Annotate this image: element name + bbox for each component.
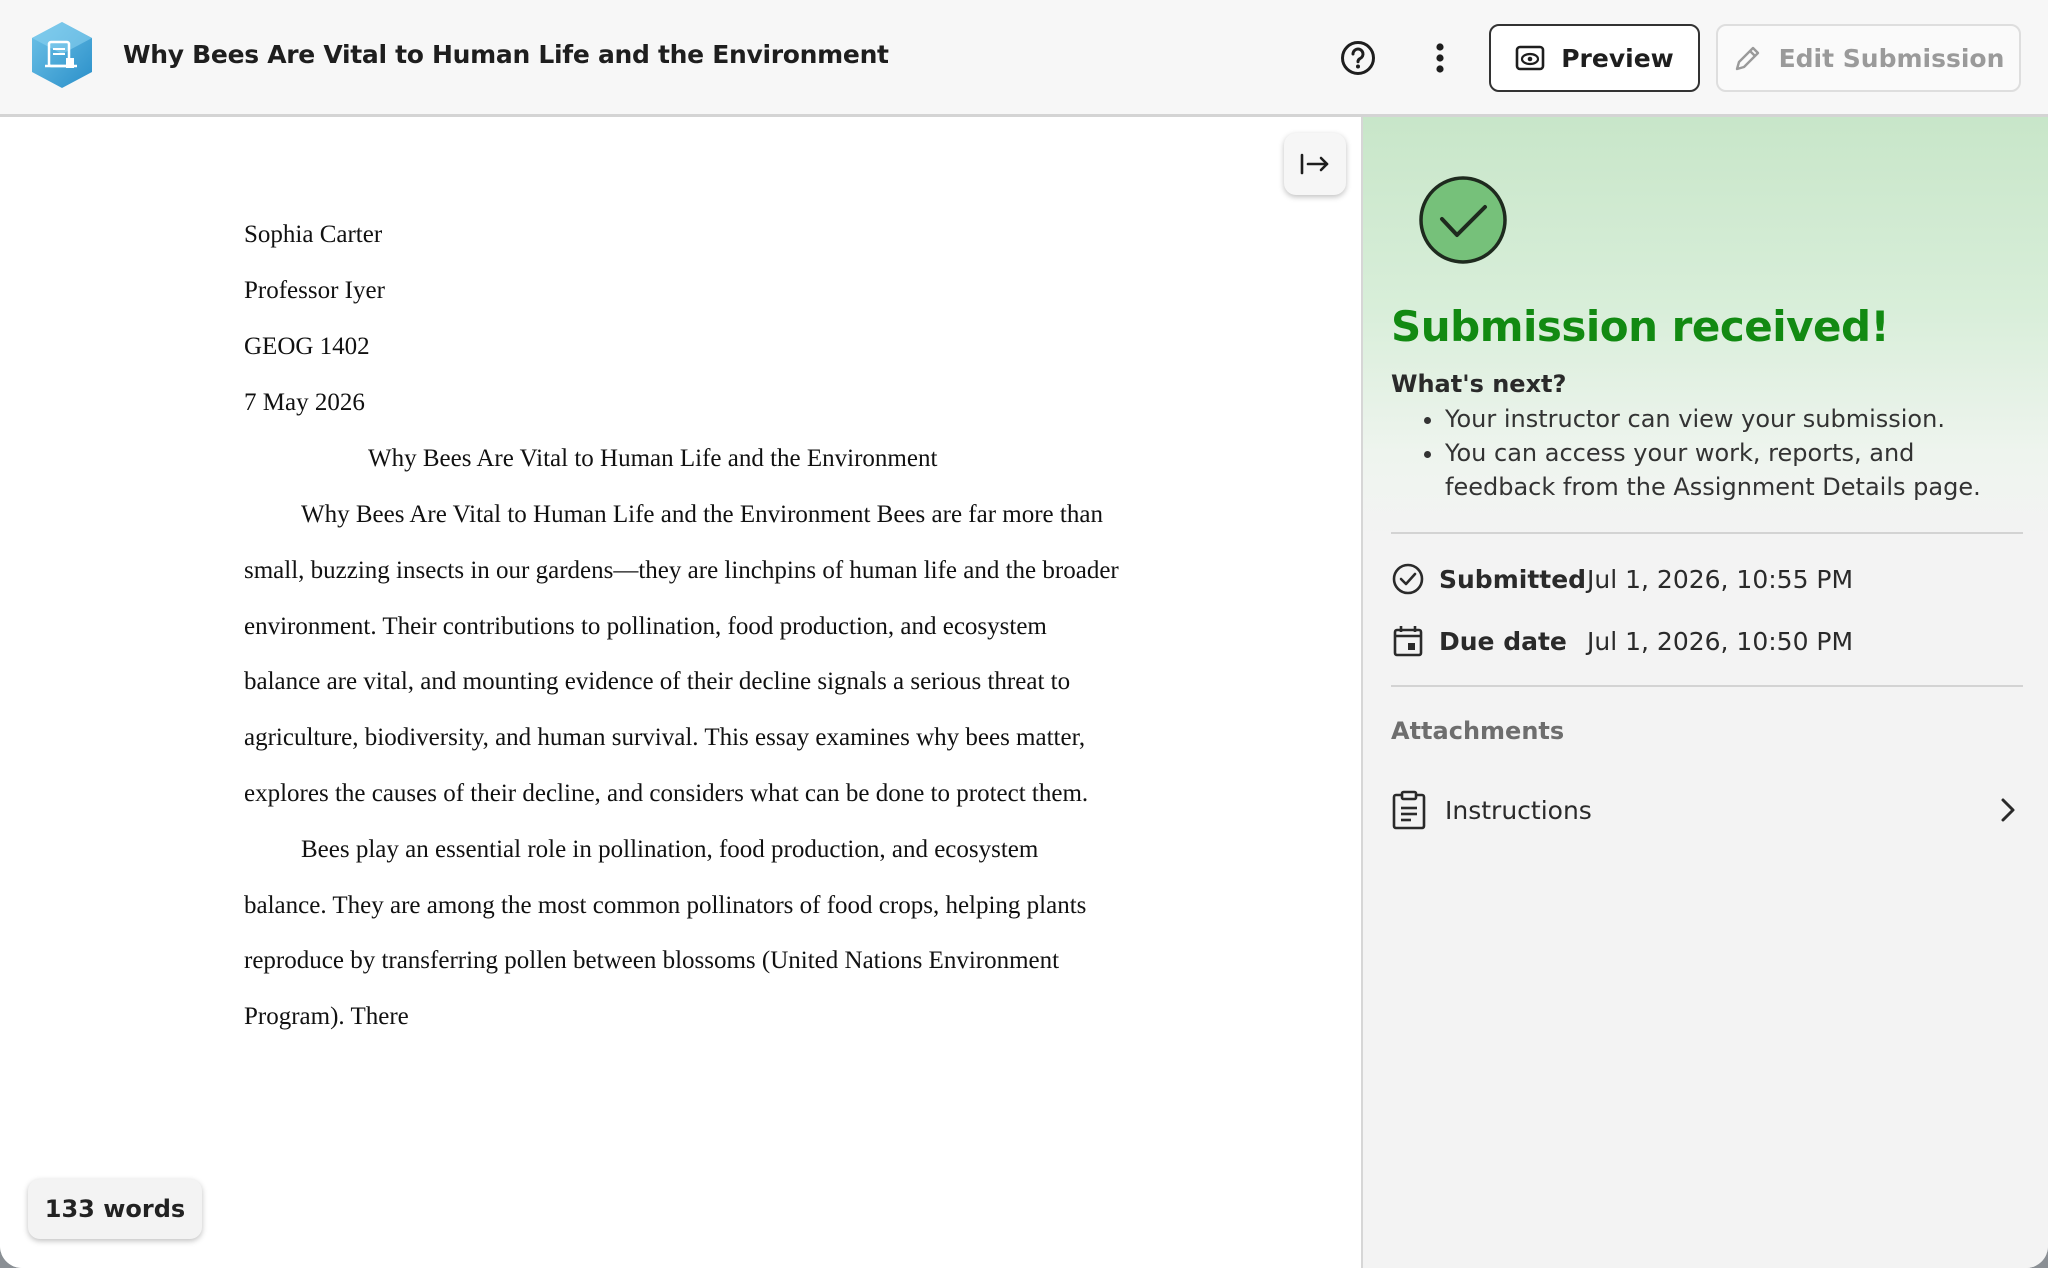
whats-next-list: Your instructor can view your submission… <box>1391 402 2031 504</box>
clipboard-icon <box>1392 790 1426 830</box>
list-item: Your instructor can view your submission… <box>1445 402 2031 436</box>
collapse-panel-button[interactable] <box>1284 133 1346 195</box>
more-vertical-icon <box>1436 43 1444 73</box>
pencil-icon <box>1735 46 1759 71</box>
arrow-right-to-line-icon <box>1300 153 1329 175</box>
attachment-label: Instructions <box>1445 795 1592 825</box>
help-button[interactable] <box>1333 33 1383 83</box>
help-circle-icon <box>1341 41 1375 75</box>
essay-title: Why Bees Are Vital to Human Life and the… <box>368 445 938 472</box>
essay-paragraph: Bees play an essential role in pollinati… <box>244 835 1087 1031</box>
calendar-icon <box>1393 626 1423 657</box>
chevron-right-icon <box>2001 798 2015 822</box>
divider <box>1391 532 2023 534</box>
due-date-row: Due date Jul 1, 2026, 10:50 PM <box>1391 621 1853 661</box>
app-logo-icon <box>32 22 92 88</box>
submitted-value: Jul 1, 2026, 10:55 PM <box>1587 564 1854 594</box>
essay-page: Sophia Carter Professor Iyer GEOG 1402 7… <box>244 207 1124 1045</box>
check-circle-icon <box>1419 176 1507 264</box>
instructor-name: Professor Iyer <box>244 277 385 304</box>
top-bar: Why Bees Are Vital to Human Life and the… <box>0 0 2048 117</box>
more-options-button[interactable] <box>1415 33 1465 83</box>
whats-next-heading: What's next? <box>1391 370 1567 398</box>
app-window: Why Bees Are Vital to Human Life and the… <box>0 0 2048 1268</box>
eye-preview-icon <box>1515 45 1545 71</box>
document-title: Why Bees Are Vital to Human Life and the… <box>123 40 889 69</box>
submitted-row: Submitted Jul 1, 2026, 10:55 PM <box>1391 559 1853 599</box>
edit-submission-button[interactable]: Edit Submission <box>1716 24 2021 92</box>
essay-paragraph: Why Bees Are Vital to Human Life and the… <box>244 501 1119 807</box>
word-count-badge: 133 words <box>28 1179 202 1239</box>
list-item: You can access your work, reports, and f… <box>1445 436 2031 504</box>
document-viewer[interactable]: Sophia Carter Professor Iyer GEOG 1402 7… <box>0 117 1361 1268</box>
submitted-label: Submitted <box>1439 564 1587 594</box>
due-date-value: Jul 1, 2026, 10:50 PM <box>1587 626 1854 656</box>
preview-label: Preview <box>1561 43 1674 73</box>
attachment-instructions[interactable]: Instructions <box>1391 785 2023 835</box>
check-outline-icon <box>1392 563 1424 595</box>
course-code: GEOG 1402 <box>244 333 370 360</box>
submission-panel: Submission received! What's next? Your i… <box>1361 117 2048 1268</box>
divider <box>1391 685 2023 687</box>
submission-status-title: Submission received! <box>1391 302 1890 351</box>
essay-date: 7 May 2026 <box>244 389 365 416</box>
edit-submission-label: Edit Submission <box>1778 43 2005 73</box>
preview-button[interactable]: Preview <box>1489 24 1700 92</box>
author-name: Sophia Carter <box>244 221 383 248</box>
attachments-heading: Attachments <box>1391 717 1565 745</box>
due-date-label: Due date <box>1439 626 1567 656</box>
